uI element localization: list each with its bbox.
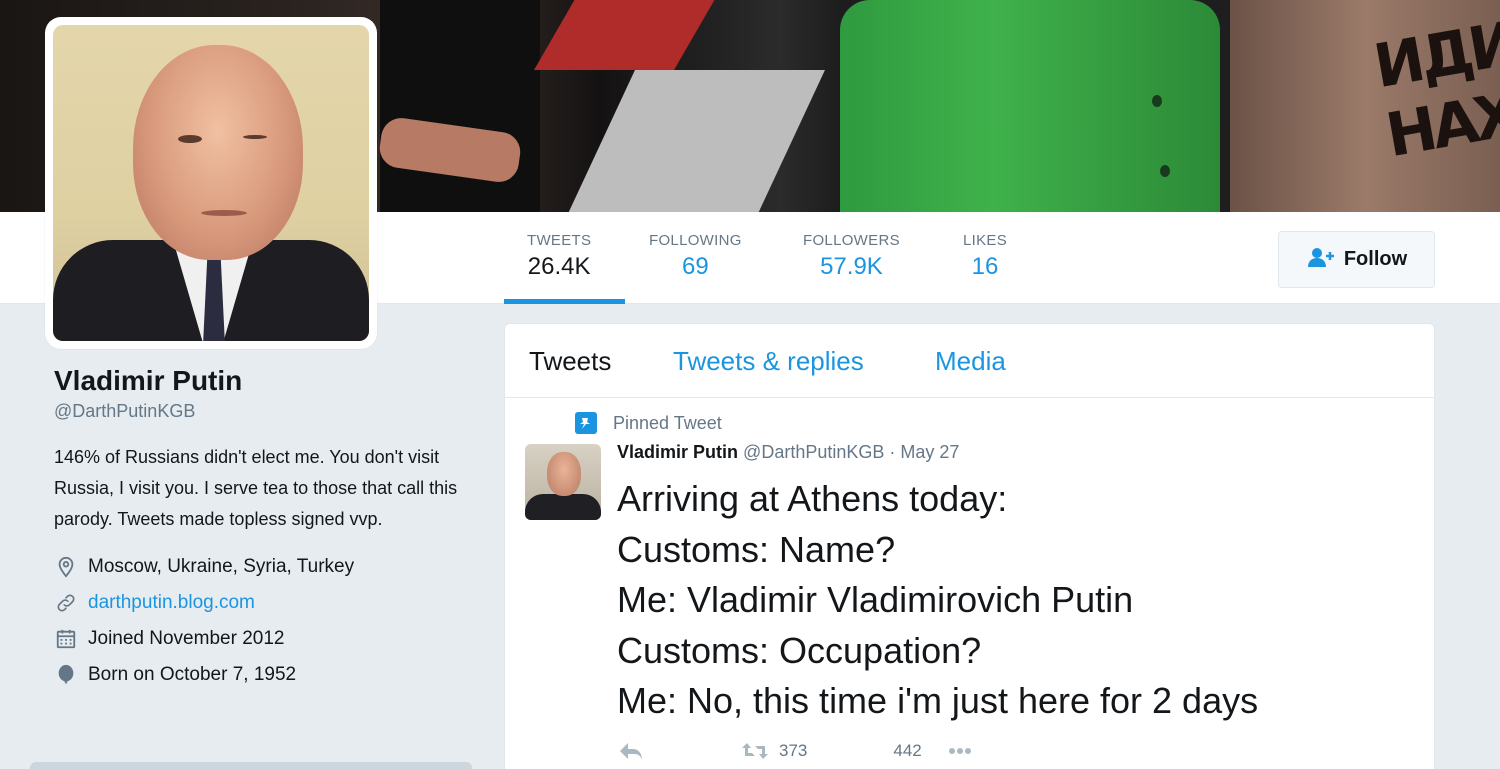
tweet-text: Arriving at Athens today: Customs: Name?… [617, 474, 1417, 727]
banner-graffiti: ИДИ НАХ [1368, 8, 1500, 172]
tweet-line: Me: Vladimir Vladimirovich Putin [617, 579, 1134, 620]
stat-label: LIKES [963, 232, 1008, 249]
tweet-separator: · [889, 442, 896, 462]
retweet-count: 373 [779, 741, 808, 760]
tweet-line: Me: No, this time i'm just here for 2 da… [617, 680, 1259, 721]
stat-label: TWEETS [527, 232, 592, 249]
banner-red-folder [534, 0, 726, 70]
profile-joined: Joined November 2012 [54, 621, 474, 657]
banner-jacket-button [1160, 165, 1170, 177]
tweet-date[interactable]: May 27 [900, 442, 959, 462]
stat-value: 57.9K [820, 253, 883, 280]
location-pin-icon [54, 555, 78, 579]
profile-website: darthputin.blog.com [54, 585, 474, 621]
banner-paper [565, 70, 825, 212]
tweet-avatar-head [547, 452, 581, 496]
pinned-label: Pinned Tweet [575, 412, 722, 434]
joined-text: Joined November 2012 [88, 628, 285, 649]
follow-button[interactable]: Follow [1278, 231, 1435, 288]
tab-tweets-replies[interactable]: Tweets & replies [673, 346, 864, 377]
tweet-author-name[interactable]: Vladimir Putin [617, 442, 738, 462]
follow-label: Follow [1343, 248, 1408, 270]
banner-jacket-button [1152, 95, 1162, 107]
active-stat-indicator [504, 299, 625, 304]
profile-card: Vladimir Putin @DarthPutinKGB 146% of Ru… [54, 365, 474, 693]
more-dots-icon [948, 748, 971, 754]
add-user-icon [1306, 246, 1336, 274]
profile-bio: 146% of Russians didn't elect me. You do… [54, 447, 458, 529]
sidebar-next-card [30, 762, 472, 769]
stat-likes[interactable]: LIKES 16 [963, 232, 1007, 281]
banner-green-jacket [840, 0, 1220, 212]
profile-meta: Moscow, Ukraine, Syria, Turkey darthputi… [54, 549, 474, 693]
calendar-icon [54, 627, 78, 651]
stat-value: 69 [682, 253, 709, 280]
born-text: Born on October 7, 1952 [88, 664, 297, 685]
profile-handle[interactable]: @DarthPutinKGB [54, 401, 474, 422]
profile-avatar[interactable] [45, 17, 377, 349]
reply-button[interactable] [617, 740, 645, 762]
pinned-tweet[interactable]: Pinned Tweet Vladimir Putin @DarthPutinK… [505, 398, 1434, 769]
pinned-text: Pinned Tweet [613, 412, 722, 433]
reply-icon [620, 743, 642, 760]
stat-label: FOLLOWERS [803, 232, 900, 249]
more-button[interactable] [946, 740, 974, 762]
balloon-icon [54, 663, 78, 687]
profile-location: Moscow, Ukraine, Syria, Turkey [54, 549, 474, 585]
stat-value: 26.4K [527, 253, 591, 280]
banner-figure-dark [380, 0, 540, 212]
avatar-eye [178, 135, 202, 143]
like-count: 442 [893, 741, 922, 760]
timeline-tabs: Tweets Tweets & replies Media [505, 324, 1434, 398]
tweet-line: Arriving at Athens today: [617, 478, 1008, 519]
avatar-head [133, 45, 303, 260]
tab-tweets[interactable]: Tweets [529, 346, 611, 377]
profile-birthday: Born on October 7, 1952 [54, 657, 474, 693]
retweet-icon [742, 743, 768, 759]
like-button[interactable]: 442 [893, 741, 921, 761]
avatar-mouth [201, 210, 247, 216]
stat-tweets[interactable]: TWEETS 26.4K [527, 232, 591, 281]
stat-label: FOLLOWING [649, 232, 742, 249]
pin-icon [575, 412, 597, 434]
timeline: Tweets Tweets & replies Media Pinned Twe… [504, 323, 1435, 769]
tab-media[interactable]: Media [935, 346, 1006, 377]
tweet-author-handle[interactable]: @DarthPutinKGB [743, 442, 884, 462]
tweet-avatar-body [525, 494, 601, 520]
avatar-image [53, 25, 369, 341]
profile-name[interactable]: Vladimir Putin [54, 365, 474, 397]
avatar-eye [243, 135, 267, 139]
stat-followers[interactable]: FOLLOWERS 57.9K [803, 232, 900, 281]
link-icon [54, 591, 78, 615]
website-link[interactable]: darthputin.blog.com [88, 592, 255, 614]
tweet-line: Customs: Occupation? [617, 629, 982, 671]
tweet-header: Vladimir Putin @DarthPutinKGB · May 27 [617, 442, 959, 463]
tweet-avatar[interactable] [525, 444, 601, 520]
stat-following[interactable]: FOLLOWING 69 [649, 232, 742, 281]
tweet-actions: 373 442 [617, 740, 974, 762]
retweet-button[interactable]: 373 [741, 740, 807, 762]
stat-value: 16 [971, 253, 999, 280]
tweet-line: Customs: Name? [617, 528, 896, 570]
location-text: Moscow, Ukraine, Syria, Turkey [88, 556, 355, 577]
